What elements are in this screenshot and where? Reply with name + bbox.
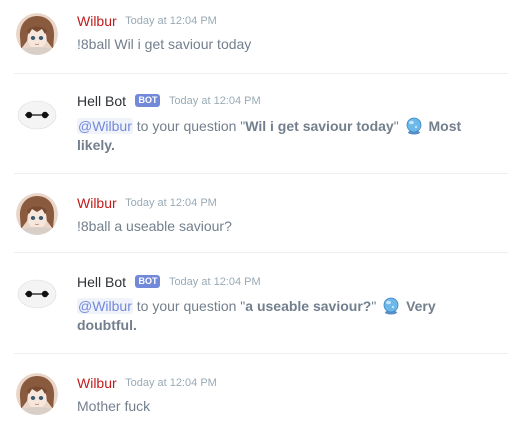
message-text: " xyxy=(371,298,381,314)
divider xyxy=(14,353,508,354)
bot-badge: BOT xyxy=(135,94,161,108)
white-robot-avatar-icon xyxy=(16,93,58,135)
message-header: Wilbur Today at 12:04 PM xyxy=(77,194,217,214)
avatar[interactable] xyxy=(16,13,58,55)
message-content: @Wilbur to your question "Wil i get savi… xyxy=(77,117,497,155)
avatar[interactable] xyxy=(16,193,58,235)
avatar[interactable] xyxy=(16,272,58,314)
timestamp: Today at 12:04 PM xyxy=(125,196,217,209)
avatar[interactable] xyxy=(16,373,58,415)
message-text: to your question " xyxy=(132,118,246,134)
message-content: !8ball a useable saviour? xyxy=(77,218,232,234)
timestamp: Today at 12:04 PM xyxy=(125,14,217,27)
message-header: Wilbur Today at 12:04 PM xyxy=(77,12,217,32)
username[interactable]: Hell Bot xyxy=(77,93,126,109)
divider xyxy=(14,173,508,174)
timestamp: Today at 12:04 PM xyxy=(168,275,261,288)
user-mention[interactable]: @Wilbur xyxy=(77,118,133,134)
question-text: a useable saviour? xyxy=(245,298,372,314)
anime-girl-avatar-icon xyxy=(16,373,58,415)
divider xyxy=(14,73,508,74)
timestamp: Today at 12:04 PM xyxy=(125,376,217,389)
user-mention[interactable]: @Wilbur xyxy=(77,298,133,314)
chat-log: Wilbur Today at 12:04 PM !8ball Wil i ge… xyxy=(0,0,508,423)
crystal-ball-icon xyxy=(405,117,423,135)
message-header: Hell Bot BOT Today at 12:04 PM xyxy=(77,92,261,112)
timestamp: Today at 12:04 PM xyxy=(168,94,261,107)
message-content: !8ball Wil i get saviour today xyxy=(77,36,252,52)
message-text: to your question " xyxy=(132,298,246,314)
message-content: @Wilbur to your question "a useable savi… xyxy=(77,297,497,335)
white-robot-avatar-icon xyxy=(16,272,58,314)
username[interactable]: Wilbur xyxy=(77,195,117,211)
username[interactable]: Wilbur xyxy=(77,13,117,29)
anime-girl-avatar-icon xyxy=(16,193,58,235)
divider xyxy=(14,252,508,253)
message-text: " xyxy=(393,118,403,134)
username[interactable]: Hell Bot xyxy=(77,274,126,290)
question-text: Wil i get saviour today xyxy=(245,118,394,134)
bot-badge: BOT xyxy=(135,275,161,289)
message-header: Wilbur Today at 12:04 PM xyxy=(77,374,217,394)
avatar[interactable] xyxy=(16,93,58,135)
message-content: Mother fuck xyxy=(77,398,151,414)
message-header: Hell Bot BOT Today at 12:04 PM xyxy=(77,273,261,293)
crystal-ball-icon xyxy=(382,297,400,315)
anime-girl-avatar-icon xyxy=(16,13,58,55)
username[interactable]: Wilbur xyxy=(77,375,117,391)
